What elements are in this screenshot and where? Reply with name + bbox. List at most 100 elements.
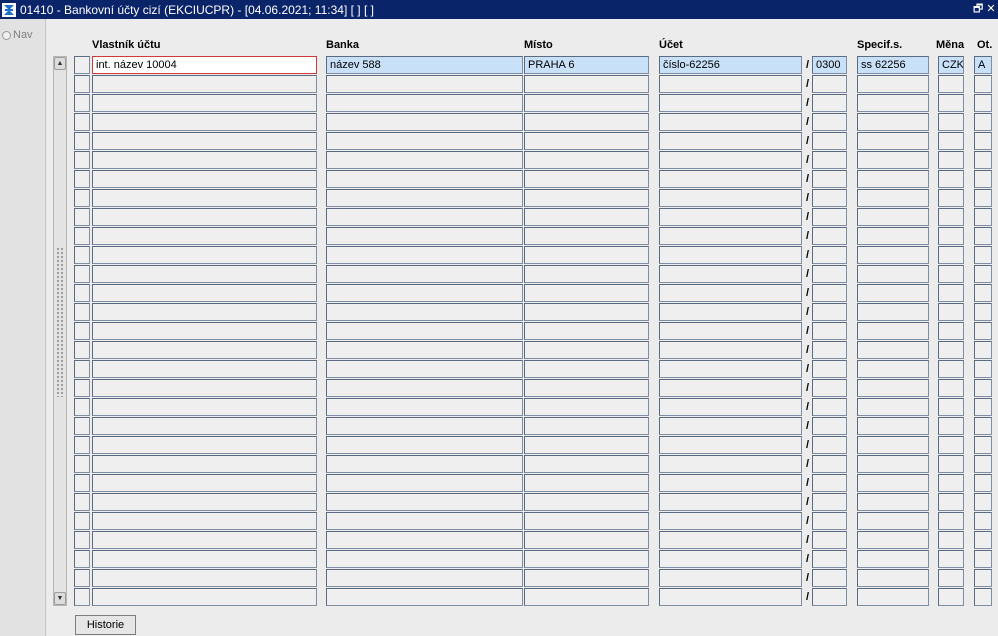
bank-field[interactable]: [326, 170, 523, 188]
record-indicator[interactable]: [74, 303, 90, 321]
owner-field[interactable]: [92, 94, 317, 112]
close-icon[interactable]: ✕: [986, 1, 996, 17]
bank-code-field[interactable]: [812, 265, 847, 283]
account-field[interactable]: [659, 227, 802, 245]
owner-field[interactable]: [92, 436, 317, 454]
account-field[interactable]: [659, 417, 802, 435]
ot-field[interactable]: [974, 208, 992, 226]
bank-field[interactable]: [326, 493, 523, 511]
record-indicator[interactable]: [74, 512, 90, 530]
bank-field[interactable]: [326, 265, 523, 283]
currency-field[interactable]: [938, 151, 964, 169]
record-indicator[interactable]: [74, 170, 90, 188]
ot-field[interactable]: [974, 227, 992, 245]
account-field[interactable]: [659, 379, 802, 397]
place-field[interactable]: [524, 113, 649, 131]
bank-field[interactable]: [326, 436, 523, 454]
spec-symbol-field[interactable]: [857, 341, 929, 359]
currency-field[interactable]: [938, 284, 964, 302]
currency-field[interactable]: [938, 132, 964, 150]
spec-symbol-field[interactable]: [857, 379, 929, 397]
currency-field[interactable]: [938, 75, 964, 93]
record-indicator[interactable]: [74, 379, 90, 397]
account-field[interactable]: [659, 531, 802, 549]
record-indicator[interactable]: [74, 189, 90, 207]
spec-symbol-field[interactable]: [857, 303, 929, 321]
currency-field[interactable]: [938, 455, 964, 473]
record-indicator[interactable]: [74, 360, 90, 378]
place-field[interactable]: [524, 151, 649, 169]
nav-radio[interactable]: Nav: [2, 29, 33, 41]
bank-field[interactable]: [326, 379, 523, 397]
ot-field[interactable]: [974, 132, 992, 150]
owner-field[interactable]: [92, 208, 317, 226]
bank-code-field[interactable]: [812, 417, 847, 435]
place-field[interactable]: [524, 493, 649, 511]
spec-symbol-field[interactable]: [857, 569, 929, 587]
bank-code-field[interactable]: [812, 474, 847, 492]
currency-field[interactable]: [938, 569, 964, 587]
owner-field[interactable]: [92, 132, 317, 150]
record-indicator[interactable]: [74, 417, 90, 435]
place-field[interactable]: [524, 94, 649, 112]
place-field[interactable]: [524, 550, 649, 568]
ot-field[interactable]: [974, 151, 992, 169]
owner-field[interactable]: [92, 550, 317, 568]
place-field[interactable]: [524, 360, 649, 378]
spec-symbol-field[interactable]: [857, 436, 929, 454]
bank-code-field[interactable]: [812, 227, 847, 245]
ot-field[interactable]: [974, 94, 992, 112]
currency-field[interactable]: [938, 227, 964, 245]
place-field[interactable]: [524, 436, 649, 454]
account-field[interactable]: [659, 284, 802, 302]
bank-code-field[interactable]: [812, 493, 847, 511]
record-indicator[interactable]: [74, 94, 90, 112]
place-field[interactable]: [524, 75, 649, 93]
place-field[interactable]: [524, 588, 649, 606]
account-field[interactable]: [659, 512, 802, 530]
place-field[interactable]: [524, 512, 649, 530]
ot-field[interactable]: [974, 303, 992, 321]
spec-symbol-field[interactable]: [857, 474, 929, 492]
owner-field[interactable]: [92, 360, 317, 378]
owner-field[interactable]: [92, 151, 317, 169]
currency-field[interactable]: [938, 531, 964, 549]
spec-symbol-field[interactable]: [857, 94, 929, 112]
bank-code-field[interactable]: 0300: [812, 56, 847, 74]
spec-symbol-field[interactable]: [857, 512, 929, 530]
place-field[interactable]: [524, 265, 649, 283]
place-field[interactable]: [524, 208, 649, 226]
record-indicator[interactable]: [74, 132, 90, 150]
account-field[interactable]: [659, 455, 802, 473]
place-field[interactable]: [524, 417, 649, 435]
account-field[interactable]: [659, 569, 802, 587]
record-indicator[interactable]: [74, 474, 90, 492]
account-field[interactable]: [659, 588, 802, 606]
ot-field[interactable]: [974, 322, 992, 340]
bank-code-field[interactable]: [812, 170, 847, 188]
owner-field[interactable]: [92, 303, 317, 321]
owner-field[interactable]: [92, 265, 317, 283]
account-field[interactable]: [659, 189, 802, 207]
record-indicator[interactable]: [74, 588, 90, 606]
bank-field[interactable]: [326, 75, 523, 93]
currency-field[interactable]: [938, 398, 964, 416]
owner-field[interactable]: [92, 189, 317, 207]
spec-symbol-field[interactable]: [857, 265, 929, 283]
place-field[interactable]: [524, 398, 649, 416]
ot-field[interactable]: [974, 75, 992, 93]
place-field[interactable]: [524, 341, 649, 359]
bank-code-field[interactable]: [812, 94, 847, 112]
bank-code-field[interactable]: [812, 284, 847, 302]
currency-field[interactable]: [938, 208, 964, 226]
owner-field[interactable]: [92, 75, 317, 93]
bank-code-field[interactable]: [812, 398, 847, 416]
currency-field[interactable]: [938, 588, 964, 606]
account-field[interactable]: [659, 398, 802, 416]
bank-code-field[interactable]: [812, 151, 847, 169]
ot-field[interactable]: [974, 341, 992, 359]
bank-code-field[interactable]: [812, 322, 847, 340]
spec-symbol-field[interactable]: [857, 398, 929, 416]
record-indicator[interactable]: [74, 246, 90, 264]
ot-field[interactable]: [974, 588, 992, 606]
